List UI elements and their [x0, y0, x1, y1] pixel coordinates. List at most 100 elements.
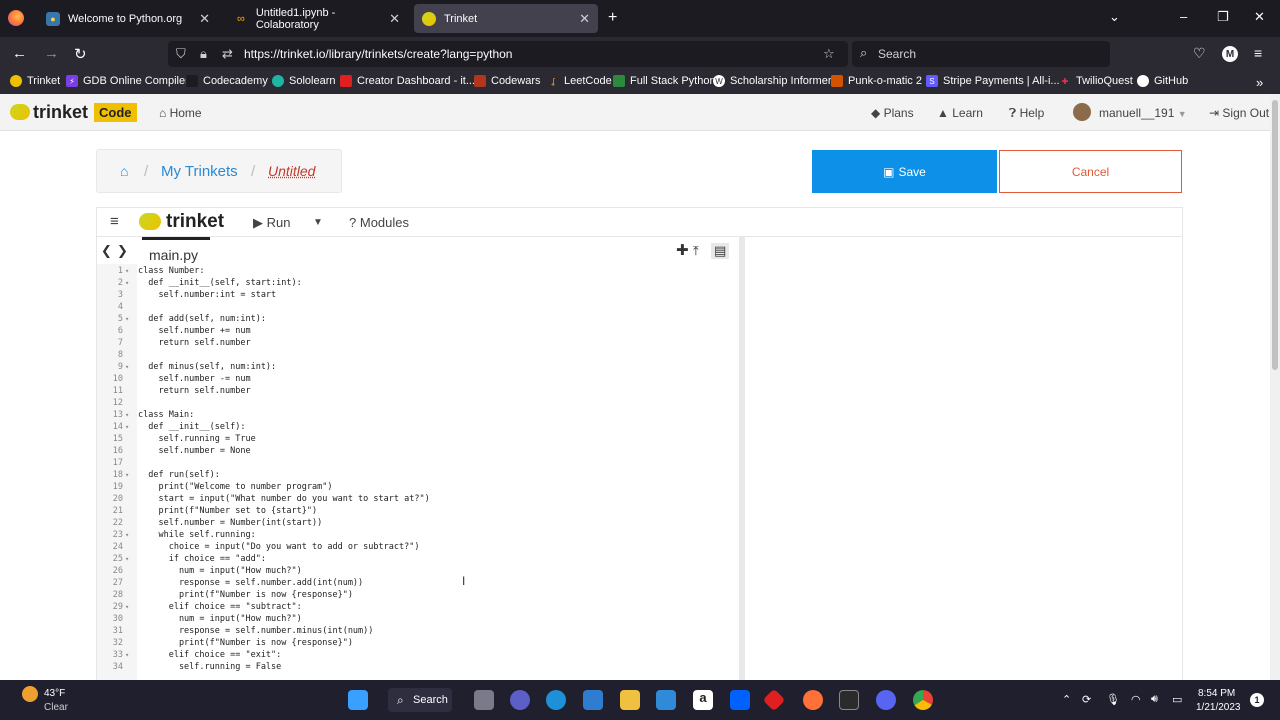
bookmark-gdb[interactable]: ⚡ GDB Online Compiler: [66, 75, 189, 87]
code-line[interactable]: 20 start = input("What number do you wan…: [113, 493, 777, 505]
red-app-icon[interactable]: [762, 688, 786, 712]
close-icon[interactable]: ✕: [389, 11, 400, 27]
discord-icon[interactable]: [876, 690, 896, 710]
fold-arrow-icon[interactable]: ▾: [125, 313, 129, 325]
code-text[interactable]: self.number -= num: [138, 373, 250, 385]
forward-icon[interactable]: →: [44, 45, 59, 62]
temperature[interactable]: 43°F: [44, 688, 65, 699]
file-explorer-icon[interactable]: [620, 690, 640, 710]
breadcrumb-my-trinkets[interactable]: My Trinkets: [161, 163, 238, 180]
code-text[interactable]: self.number += num: [138, 325, 250, 337]
bookmark-stripe[interactable]: S Stripe Payments | All-i...: [926, 75, 1060, 87]
bookmark-twilioquest[interactable]: ✚ TwilioQuest: [1059, 75, 1133, 87]
code-text[interactable]: response = self.number.minus(int(num)): [138, 625, 373, 637]
code-text[interactable]: while self.running:: [138, 529, 255, 541]
dropbox-icon[interactable]: [730, 690, 750, 710]
wifi-icon[interactable]: ◠: [1131, 693, 1141, 706]
nav-learn[interactable]: ▲ Learn: [937, 106, 983, 120]
bookmark-trinket[interactable]: Trinket: [10, 75, 60, 87]
page-scrollbar[interactable]: [1270, 94, 1280, 680]
fold-arrow-icon[interactable]: ▾: [125, 421, 129, 433]
code-badge[interactable]: Code: [94, 103, 137, 122]
bookmark-creator-dashboard[interactable]: Creator Dashboard - it...: [340, 75, 475, 87]
minimize-icon[interactable]: –: [1180, 9, 1187, 24]
firefox-icon[interactable]: [803, 690, 823, 710]
code-line[interactable]: 19 print("Welcome to number program"): [113, 481, 777, 493]
hamburger-menu-icon[interactable]: ≡: [110, 213, 119, 230]
tray-overflow-icon[interactable]: ⌃: [1062, 693, 1071, 706]
code-text[interactable]: def run(self):: [138, 469, 220, 481]
code-line[interactable]: 12: [113, 397, 777, 409]
fold-arrow-icon[interactable]: ▾: [125, 265, 129, 277]
new-tab-icon[interactable]: +: [608, 9, 617, 27]
fold-arrow-icon[interactable]: ▾: [125, 409, 129, 421]
bookmark-leetcode[interactable]: ʆ LeetCode: [547, 75, 612, 87]
clock-date[interactable]: 1/21/2023: [1196, 702, 1241, 713]
fold-arrow-icon[interactable]: ▾: [125, 361, 129, 373]
code-line[interactable]: 30 num = input("How much?"): [113, 613, 777, 625]
code-line[interactable]: 11 return self.number: [113, 385, 777, 397]
file-tab-main-py[interactable]: main.py: [142, 237, 210, 264]
lock-icon[interactable]: 🔒︎: [200, 46, 207, 62]
code-line[interactable]: 24 choice = input("Do you want to add or…: [113, 541, 777, 553]
code-line[interactable]: 22 self.number = Number(int(start)): [113, 517, 777, 529]
bookmark-github[interactable]: GitHub: [1137, 75, 1188, 87]
code-line[interactable]: 34 self.running = False: [113, 661, 777, 673]
code-line[interactable]: 31 response = self.number.minus(int(num)…: [113, 625, 777, 637]
code-line[interactable]: 9 ▾ def minus(self, num:int):: [118, 361, 777, 373]
code-text[interactable]: print(f"Number is now {response}"): [138, 637, 353, 649]
url-bar[interactable]: ⛉ 🔒︎ ⇄ https://trinket.io/library/trinke…: [168, 41, 848, 67]
chat-icon[interactable]: [510, 690, 530, 710]
close-window-icon[interactable]: ✕: [1254, 9, 1265, 25]
code-text[interactable]: elif choice == "exit":: [138, 649, 282, 661]
code-text[interactable]: def add(self, num:int):: [138, 313, 266, 325]
upload-icon[interactable]: ⤒: [693, 243, 699, 259]
site-logo[interactable]: trinket: [33, 102, 88, 123]
tab-python-org[interactable]: ● Welcome to Python.org ✕: [38, 4, 218, 33]
code-line[interactable]: 14 ▾ def __init__(self):: [113, 421, 777, 433]
code-line[interactable]: 23 ▾ while self.running:: [113, 529, 777, 541]
bookmark-punk-o-matic[interactable]: Punk-o-matic 2: [831, 75, 922, 87]
code-area[interactable]: 1 ▾ class Number: 2 ▾ def __init__(self, sta…: [113, 264, 740, 680]
code-line[interactable]: 8: [118, 349, 777, 361]
code-line[interactable]: 4: [118, 301, 777, 313]
task-view-icon[interactable]: [474, 690, 494, 710]
code-line[interactable]: 32 print(f"Number is now {response}"): [113, 637, 777, 649]
nav-sign-out[interactable]: ⇥ Sign Out: [1209, 106, 1269, 120]
code-text[interactable]: if choice == "add":: [138, 553, 266, 565]
code-line[interactable]: 27 response = self.number.add(int(num)): [113, 577, 777, 589]
terminal-icon[interactable]: [839, 690, 859, 710]
store-icon[interactable]: [583, 690, 603, 710]
tab-list-icon[interactable]: ⌄: [1109, 9, 1120, 25]
code-text[interactable]: self.number = Number(int(start)): [138, 517, 322, 529]
mail-icon[interactable]: [656, 690, 676, 710]
code-line[interactable]: 1 ▾ class Number:: [118, 265, 777, 277]
pocket-icon[interactable]: ♡: [1193, 45, 1206, 62]
code-line[interactable]: 18 ▾ def run(self):: [113, 469, 777, 481]
code-text[interactable]: start = input("What number do you want t…: [138, 493, 429, 505]
code-line[interactable]: 6 self.number += num: [118, 325, 777, 337]
url-text[interactable]: https://trinket.io/library/trinkets/crea…: [244, 47, 512, 61]
bookmark-sololearn[interactable]: Sololearn: [272, 75, 335, 87]
code-line[interactable]: 2 ▾ def __init__(self, start:int):: [118, 277, 777, 289]
code-line[interactable]: 15 self.running = True: [113, 433, 777, 445]
fold-arrow-icon[interactable]: ▾: [125, 649, 129, 661]
code-text[interactable]: self.number:int = start: [138, 289, 276, 301]
image-file-icon[interactable]: ▤: [711, 243, 730, 259]
nav-home[interactable]: ⌂ Home: [159, 106, 202, 120]
code-text[interactable]: return self.number: [138, 385, 250, 397]
bookmark-scholarship[interactable]: W Scholarship Informer: [713, 75, 832, 87]
profile-avatar[interactable]: M: [1222, 46, 1238, 62]
code-text[interactable]: def __init__(self):: [138, 421, 245, 433]
bookmark-star-icon[interactable]: ☆: [823, 46, 835, 62]
code-line[interactable]: 5 ▾ def add(self, num:int):: [118, 313, 777, 325]
bookmark-full-stack-python[interactable]: Full Stack Python: [613, 75, 716, 87]
fold-arrow-icon[interactable]: ▾: [125, 277, 129, 289]
back-icon[interactable]: ←: [12, 45, 27, 62]
code-text[interactable]: self.running = True: [138, 433, 255, 445]
code-line[interactable]: 21 print(f"Number set to {start}"): [113, 505, 777, 517]
add-file-icon[interactable]: ✚: [676, 241, 689, 259]
reload-icon[interactable]: ↻: [74, 45, 87, 63]
battery-icon[interactable]: ▭: [1172, 693, 1182, 706]
code-line[interactable]: 26 num = input("How much?"): [113, 565, 777, 577]
